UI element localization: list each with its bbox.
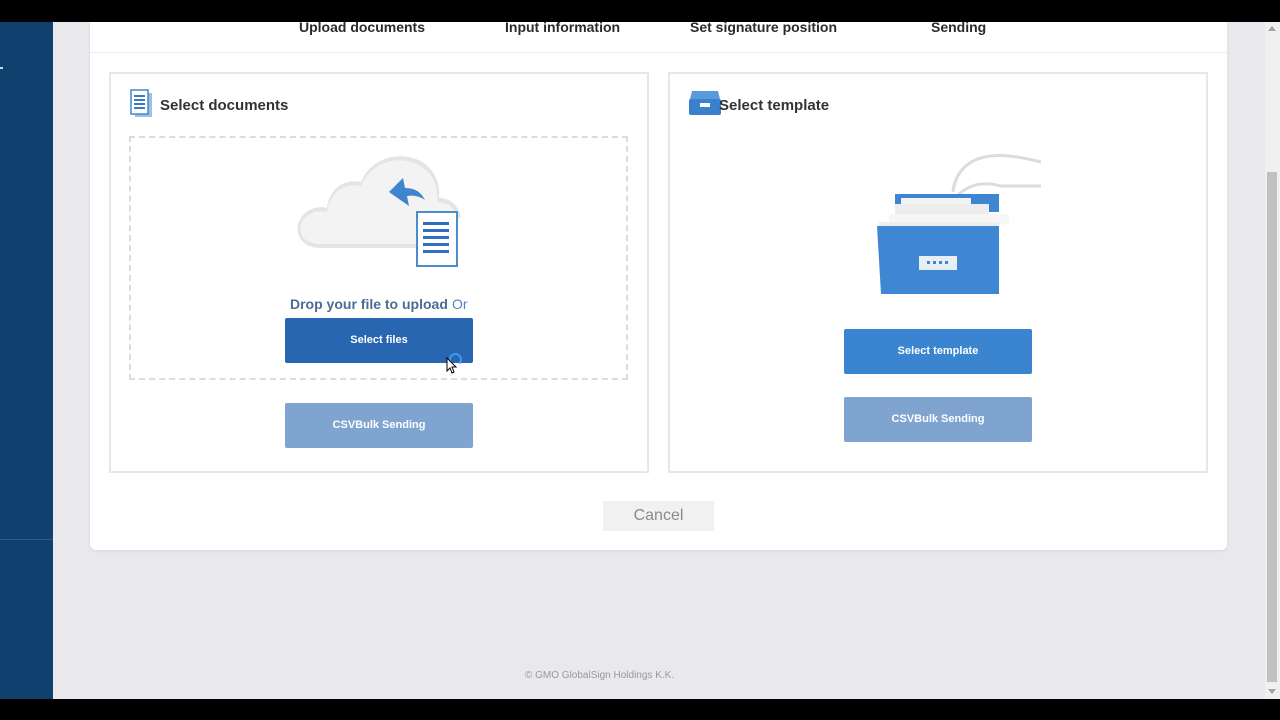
select-template-panel: Select template Select template CSVBulk …: [668, 72, 1208, 473]
drop-instruction: Drop your file to upload: [290, 296, 448, 312]
select-template-title: Select template: [719, 97, 830, 114]
mouse-cursor-icon: [446, 357, 458, 374]
step-set-signature-position: Set signature position: [690, 22, 838, 35]
sidebar: [0, 22, 53, 699]
document-icon: [130, 89, 152, 117]
file-dropzone[interactable]: Drop your file to upload Or Select files: [129, 136, 628, 380]
copyright-footer: © GMO GlobalSign Holdings K.K.: [525, 670, 675, 681]
sidebar-divider: [0, 539, 53, 540]
select-documents-title: Select documents: [160, 97, 289, 114]
page-scrollbar[interactable]: [1265, 22, 1280, 699]
csv-bulk-sending-button-template[interactable]: CSVBulk Sending: [844, 397, 1032, 442]
scroll-down-arrow-icon[interactable]: [1268, 689, 1276, 694]
main-card: Upload documents Input information Set s…: [90, 22, 1227, 550]
browser-viewport: Upload documents Input information Set s…: [0, 22, 1280, 699]
cloud-upload-icon: [297, 156, 463, 270]
select-template-button[interactable]: Select template: [844, 329, 1032, 374]
scroll-up-arrow-icon[interactable]: [1268, 26, 1276, 31]
select-documents-panel: Select documents Drop your file to uploa…: [109, 72, 649, 473]
file-drawer-icon: [689, 91, 721, 115]
scrollbar-thumb[interactable]: [1267, 172, 1277, 682]
template-cabinet-icon: [877, 154, 1042, 294]
csv-bulk-sending-button-documents[interactable]: CSVBulk Sending: [285, 403, 473, 448]
step-input-information: Input information: [505, 22, 621, 35]
step-upload-documents: Upload documents: [299, 22, 426, 35]
sidebar-marker: [0, 67, 3, 69]
step-indicator: Upload documents Input information Set s…: [90, 22, 1227, 53]
step-sending: Sending: [931, 22, 987, 35]
cancel-button[interactable]: Cancel: [603, 501, 714, 531]
screen: Upload documents Input information Set s…: [0, 0, 1280, 720]
or-separator: Or: [452, 296, 468, 312]
select-files-button[interactable]: Select files: [285, 318, 473, 363]
